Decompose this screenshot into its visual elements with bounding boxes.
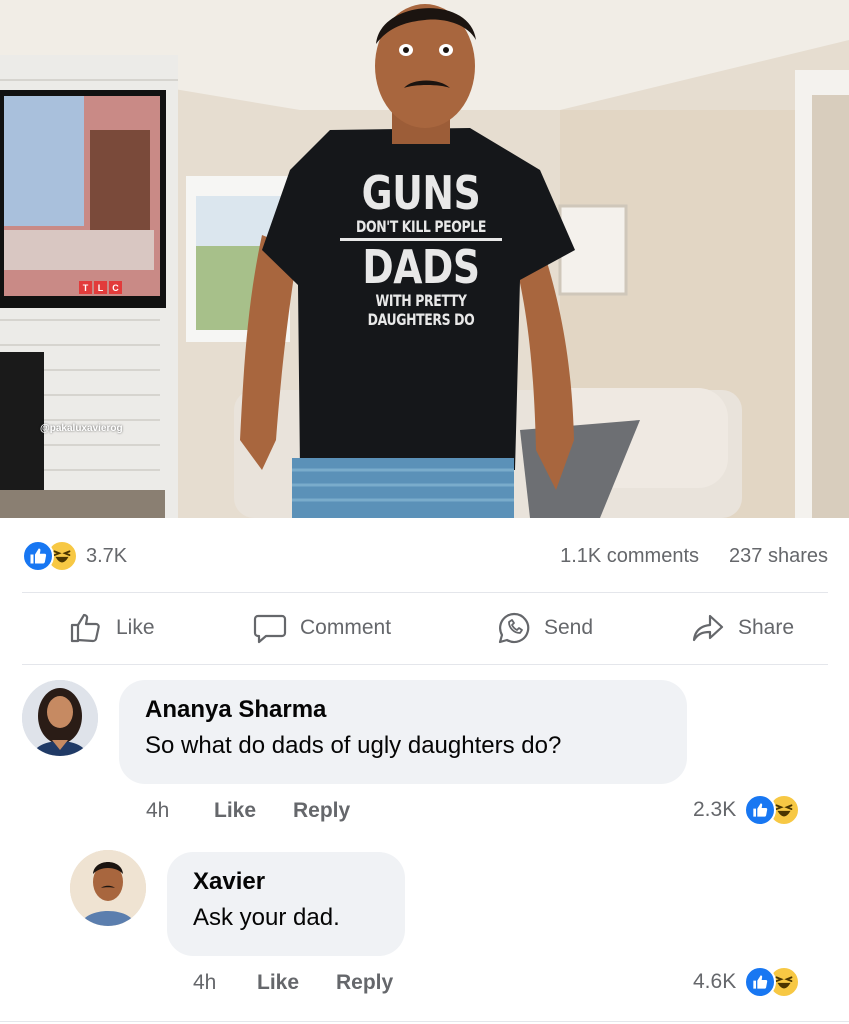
divider xyxy=(0,1021,849,1022)
send-label: Send xyxy=(544,616,594,639)
shares-count[interactable]: 237 shares xyxy=(729,545,828,568)
photo-watermark: @pakaluxavierog xyxy=(40,423,123,434)
thumbs-up-icon xyxy=(70,613,100,643)
comments-count[interactable]: 1.1K comments xyxy=(560,545,699,568)
shirt-print: GUNS DON'T KILL PEOPLE DADS WITH PRETTY … xyxy=(326,170,516,331)
like-label: Like xyxy=(116,616,155,639)
divider xyxy=(22,664,828,665)
reaction-icons[interactable] xyxy=(22,540,78,572)
shirt-line-dont-kill: DON'T KILL PEOPLE xyxy=(356,217,486,236)
divider xyxy=(22,592,828,593)
comment-label: Comment xyxy=(300,616,392,639)
reply-author[interactable]: Xavier xyxy=(193,868,379,896)
comment-meta: 4h Like Reply xyxy=(146,799,350,823)
comment-reply-button[interactable]: Reply xyxy=(293,799,350,823)
reply-text: Ask your dad. xyxy=(193,904,340,931)
reaction-count[interactable]: 3.7K xyxy=(86,545,127,568)
avatar-xavier-icon xyxy=(70,850,146,926)
reply-time: 4h xyxy=(193,971,217,994)
comment-icon xyxy=(253,614,287,644)
shirt-line-daughters: DAUGHTERS DO xyxy=(367,310,475,329)
shirt-line-with-pretty: WITH PRETTY xyxy=(375,291,467,310)
comment-reaction-count[interactable]: 2.3K xyxy=(693,794,801,826)
reply-bubble: Xavier Ask your dad. xyxy=(167,852,405,956)
share-button[interactable]: Share xyxy=(690,610,794,646)
share-icon xyxy=(692,614,724,642)
comment-bubble: Ananya Sharma So what do dads of ugly da… xyxy=(119,680,687,784)
avatar[interactable] xyxy=(70,850,146,926)
send-button[interactable]: Send xyxy=(496,610,593,646)
like-button[interactable]: Like xyxy=(68,610,155,646)
share-label: Share xyxy=(738,616,795,639)
comment-button[interactable]: Comment xyxy=(252,610,391,646)
reply-meta: 4h Like Reply xyxy=(193,971,393,995)
reply-like-button[interactable]: Like xyxy=(257,971,336,995)
comment-like-button[interactable]: Like xyxy=(214,799,293,823)
avatar-ananya-icon xyxy=(22,680,98,756)
like-icon xyxy=(22,540,54,572)
reply-reaction-number: 4.6K xyxy=(693,970,737,993)
comment-text: So what do dads of ugly daughters do? xyxy=(145,732,562,759)
post-actions: Like Comment Send Share xyxy=(22,600,828,658)
reaction-summary: 3.7K 1.1K comments 237 shares xyxy=(22,536,828,576)
avatar[interactable] xyxy=(22,680,98,756)
comment-time: 4h xyxy=(146,799,170,822)
reply-reply-button[interactable]: Reply xyxy=(336,971,393,995)
shirt-line-guns: GUNS xyxy=(361,166,481,220)
shirt-line-dads: DADS xyxy=(362,240,480,294)
like-icon xyxy=(744,794,777,826)
whatsapp-icon xyxy=(498,612,530,644)
post-photo[interactable]: GUNS DON'T KILL PEOPLE DADS WITH PRETTY … xyxy=(0,0,849,518)
tv-channel-logo: T L C xyxy=(79,281,122,294)
comment-author[interactable]: Ananya Sharma xyxy=(145,696,661,724)
comment-reaction-number: 2.3K xyxy=(693,798,737,821)
like-icon xyxy=(744,966,777,998)
reply-reaction-count[interactable]: 4.6K xyxy=(693,966,801,998)
